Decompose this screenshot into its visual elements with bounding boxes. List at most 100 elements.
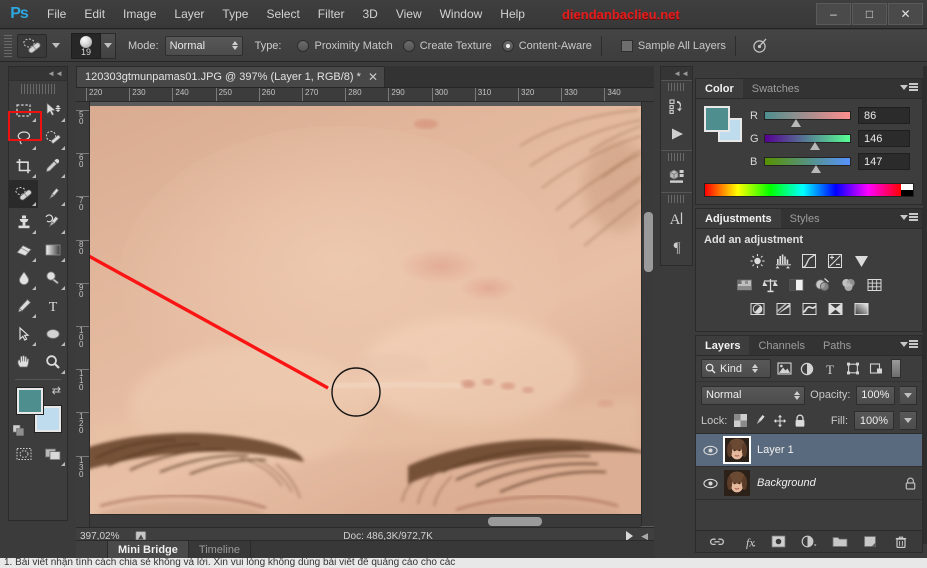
tool-horizontal-type[interactable]: T xyxy=(38,292,67,320)
tool-clone-stamp[interactable] xyxy=(9,208,38,236)
selective-color-icon[interactable] xyxy=(851,299,872,318)
tab-mini-bridge[interactable]: Mini Bridge xyxy=(108,541,189,558)
color-spectrum-ramp[interactable] xyxy=(704,183,914,197)
layer-thumbnail[interactable] xyxy=(723,436,751,464)
color-balance-icon[interactable] xyxy=(760,275,781,294)
layer-name[interactable]: Background xyxy=(757,477,898,489)
adjustment-filter-icon[interactable] xyxy=(797,359,817,378)
layer-name[interactable]: Layer 1 xyxy=(757,444,922,456)
opacity-value-field[interactable]: 100% xyxy=(855,385,896,405)
history-icon[interactable] xyxy=(661,92,692,120)
character-icon[interactable]: A xyxy=(661,204,692,232)
tool-history-brush[interactable] xyxy=(38,208,67,236)
tool-hand[interactable] xyxy=(9,348,38,376)
add-mask-icon[interactable] xyxy=(769,534,787,550)
tab-adjustments[interactable]: Adjustments xyxy=(696,209,781,228)
tool-brush[interactable] xyxy=(38,180,67,208)
panel-menu-icon[interactable] xyxy=(900,213,918,221)
blue-value-field[interactable]: 147 xyxy=(858,153,910,170)
tool-eyedropper[interactable] xyxy=(38,152,67,180)
menu-layer[interactable]: Layer xyxy=(165,0,213,29)
tool-dodge[interactable] xyxy=(38,264,67,292)
tool-path-selection[interactable] xyxy=(9,320,38,348)
red-value-field[interactable]: 86 xyxy=(858,107,910,124)
tab-paths[interactable]: Paths xyxy=(814,336,860,355)
tool-rectangular-marquee[interactable] xyxy=(9,96,38,124)
delete-layer-icon[interactable] xyxy=(892,534,910,550)
paragraph-icon[interactable]: ¶ xyxy=(661,232,692,260)
table-row[interactable]: Layer 1 xyxy=(696,434,922,467)
menu-filter[interactable]: Filter xyxy=(309,0,354,29)
threshold-icon[interactable] xyxy=(799,299,820,318)
menu-edit[interactable]: Edit xyxy=(75,0,114,29)
pixel-filter-icon[interactable] xyxy=(774,359,794,378)
foreground-color-swatch[interactable] xyxy=(17,388,43,414)
canvas-vertical-scrollbar[interactable] xyxy=(641,102,654,526)
menu-select[interactable]: Select xyxy=(257,0,308,29)
toolbar-collapse-button[interactable]: ◄◄ xyxy=(9,67,67,81)
layer-blend-mode-select[interactable]: Normal xyxy=(701,385,806,405)
scrollbar-thumb[interactable] xyxy=(644,212,653,272)
maximize-button[interactable]: □ xyxy=(852,3,887,25)
3d-icon[interactable] xyxy=(661,162,692,190)
tab-swatches[interactable]: Swatches xyxy=(743,79,809,98)
shape-filter-icon[interactable] xyxy=(843,359,863,378)
tool-pen[interactable] xyxy=(9,292,38,320)
menu-file[interactable]: File xyxy=(38,0,75,29)
tool-ellipse-shape[interactable] xyxy=(38,320,67,348)
tool-eraser[interactable] xyxy=(9,236,38,264)
type-content-aware-option[interactable]: Content-Aware xyxy=(501,39,592,52)
new-group-icon[interactable] xyxy=(831,534,849,550)
brush-picker-button[interactable] xyxy=(101,32,116,59)
fill-dropdown-button[interactable] xyxy=(900,411,917,430)
dock-expand-button[interactable]: ◄◄ xyxy=(661,67,692,80)
menu-3d[interactable]: 3D xyxy=(353,0,386,29)
panel-menu-icon[interactable] xyxy=(900,340,918,348)
close-icon[interactable]: ✕ xyxy=(368,71,378,83)
invert-icon[interactable] xyxy=(747,299,768,318)
exposure-icon[interactable] xyxy=(825,251,846,270)
dock-grip[interactable] xyxy=(667,83,686,91)
minimize-button[interactable]: – xyxy=(816,3,851,25)
levels-icon[interactable] xyxy=(773,251,794,270)
blend-mode-select[interactable]: Normal xyxy=(164,35,243,56)
foreground-color-swatch[interactable] xyxy=(704,106,730,132)
gradient-map-icon[interactable] xyxy=(825,299,846,318)
toolbar-grip[interactable] xyxy=(21,84,55,94)
document-tab[interactable]: 120303gtmunpamas01.JPG @ 397% (Layer 1, … xyxy=(76,66,385,87)
brightness-contrast-icon[interactable] xyxy=(747,251,768,270)
image-canvas[interactable] xyxy=(90,102,654,544)
filter-enable-toggle[interactable] xyxy=(891,359,901,378)
tool-zoom[interactable] xyxy=(38,348,67,376)
dock-grip[interactable] xyxy=(667,153,686,161)
layer-thumbnail[interactable] xyxy=(724,470,750,496)
color-lookup-icon[interactable] xyxy=(864,275,885,294)
link-layers-icon[interactable] xyxy=(708,534,726,550)
layer-visibility-icon[interactable] xyxy=(696,478,724,489)
tab-color[interactable]: Color xyxy=(696,79,743,98)
type-filter-icon[interactable]: T xyxy=(820,359,840,378)
new-layer-icon[interactable] xyxy=(861,534,879,550)
tab-styles[interactable]: Styles xyxy=(781,209,829,228)
lock-position-icon[interactable] xyxy=(773,414,787,428)
dock-grip[interactable] xyxy=(667,195,686,203)
tool-quick-selection[interactable] xyxy=(38,124,67,152)
scrollbar-thumb[interactable] xyxy=(488,517,542,526)
tool-preset-dropdown[interactable] xyxy=(49,43,63,48)
hue-saturation-icon[interactable] xyxy=(734,275,755,294)
table-row[interactable]: Background xyxy=(696,467,922,500)
airbrush-pressure-icon[interactable] xyxy=(751,37,769,55)
lock-image-icon[interactable] xyxy=(753,414,767,428)
photo-filter-icon[interactable] xyxy=(812,275,833,294)
close-button[interactable]: ✕ xyxy=(888,3,923,25)
layer-style-fx-icon[interactable]: fx xyxy=(739,534,757,550)
menu-type[interactable]: Type xyxy=(213,0,257,29)
curves-icon[interactable] xyxy=(799,251,820,270)
sample-all-layers-checkbox[interactable]: Sample All Layers xyxy=(620,39,726,52)
spot-healing-brush-icon[interactable] xyxy=(17,33,47,58)
swap-colors-icon[interactable]: ⇄ xyxy=(52,384,61,397)
menu-help[interactable]: Help xyxy=(491,0,534,29)
actions-play-icon[interactable] xyxy=(661,120,692,148)
menu-image[interactable]: Image xyxy=(114,0,165,29)
quick-mask-icon[interactable] xyxy=(9,440,38,468)
